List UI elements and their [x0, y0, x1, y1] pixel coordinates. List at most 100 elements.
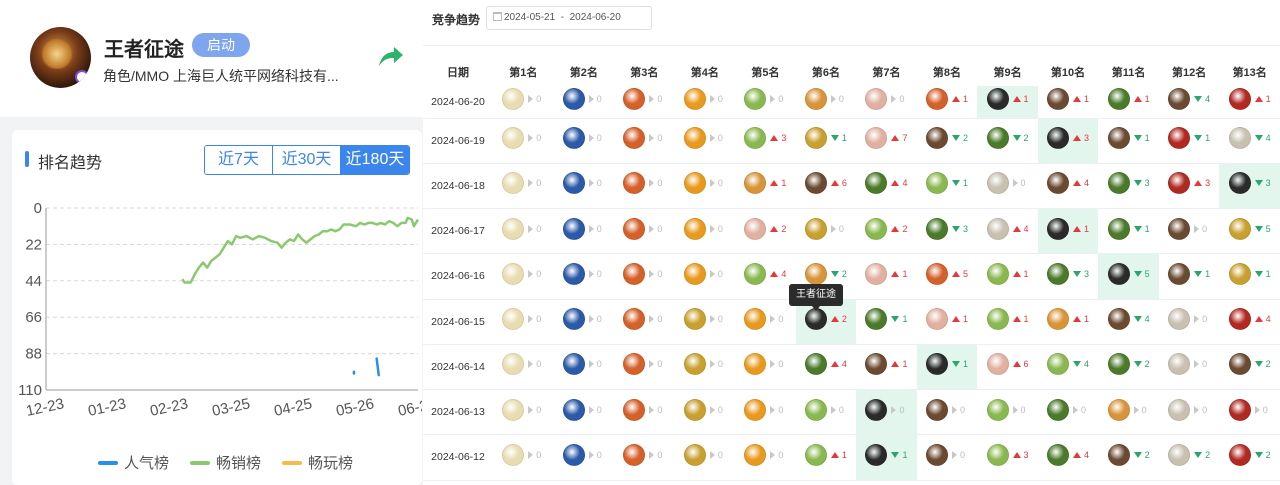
app-avatar[interactable] [804, 443, 827, 466]
app-avatar[interactable] [1228, 308, 1251, 331]
app-avatar[interactable] [925, 398, 948, 421]
app-avatar[interactable] [925, 172, 948, 195]
app-avatar[interactable] [925, 262, 948, 285]
app-avatar[interactable] [562, 88, 585, 111]
app-avatar[interactable] [925, 353, 948, 376]
tab-180-days[interactable]: 近180天 [341, 146, 409, 174]
app-avatar[interactable] [865, 88, 888, 111]
app-avatar[interactable] [1047, 398, 1070, 421]
app-avatar[interactable] [1047, 443, 1070, 466]
app-avatar[interactable] [1228, 217, 1251, 240]
app-avatar[interactable] [1168, 398, 1191, 421]
app-avatar[interactable] [804, 353, 827, 376]
app-avatar[interactable] [1228, 262, 1251, 285]
date-range-picker[interactable]: 2024-05-21 - 2024-06-20 [486, 6, 652, 30]
app-avatar[interactable] [683, 308, 706, 331]
app-avatar[interactable] [683, 217, 706, 240]
app-avatar[interactable] [683, 127, 706, 150]
legend-item-playable[interactable]: 畅玩榜 [282, 452, 353, 473]
app-avatar[interactable] [804, 262, 827, 285]
app-avatar[interactable] [502, 398, 525, 421]
app-avatar[interactable] [1107, 172, 1130, 195]
app-avatar[interactable] [1228, 398, 1251, 421]
app-avatar[interactable] [502, 88, 525, 111]
app-avatar[interactable] [562, 398, 585, 421]
legend-item-bestseller[interactable]: 畅销榜 [190, 452, 261, 473]
app-avatar[interactable] [925, 443, 948, 466]
app-avatar[interactable] [925, 217, 948, 240]
app-avatar[interactable] [683, 353, 706, 376]
tab-7-days[interactable]: 近7天 [205, 146, 273, 174]
app-avatar[interactable] [502, 353, 525, 376]
app-avatar[interactable] [1168, 262, 1191, 285]
app-avatar[interactable] [1168, 353, 1191, 376]
app-avatar[interactable] [986, 308, 1009, 331]
app-avatar[interactable] [623, 443, 646, 466]
app-avatar[interactable] [1047, 308, 1070, 331]
app-avatar[interactable] [1228, 443, 1251, 466]
tab-30-days[interactable]: 近30天 [273, 146, 341, 174]
app-avatar[interactable] [1168, 217, 1191, 240]
app-avatar[interactable] [744, 262, 767, 285]
app-avatar[interactable] [804, 88, 827, 111]
app-avatar[interactable] [1047, 353, 1070, 376]
app-avatar[interactable] [1107, 308, 1130, 331]
app-avatar[interactable] [502, 217, 525, 240]
app-avatar[interactable] [925, 127, 948, 150]
app-avatar[interactable] [744, 398, 767, 421]
app-avatar[interactable] [623, 88, 646, 111]
app-avatar[interactable] [1107, 217, 1130, 240]
app-avatar[interactable] [1107, 353, 1130, 376]
app-avatar[interactable] [562, 127, 585, 150]
app-avatar[interactable] [683, 172, 706, 195]
app-avatar[interactable] [744, 443, 767, 466]
app-avatar[interactable] [744, 217, 767, 240]
app-avatar[interactable] [925, 308, 948, 331]
app-avatar[interactable] [986, 398, 1009, 421]
app-avatar[interactable] [865, 172, 888, 195]
app-avatar[interactable] [502, 127, 525, 150]
app-avatar[interactable] [562, 172, 585, 195]
app-avatar[interactable] [1047, 88, 1070, 111]
app-avatar[interactable] [804, 127, 827, 150]
app-avatar[interactable] [683, 88, 706, 111]
app-avatar[interactable] [502, 172, 525, 195]
app-avatar[interactable] [744, 172, 767, 195]
app-avatar[interactable] [865, 127, 888, 150]
app-avatar[interactable] [925, 88, 948, 111]
app-avatar[interactable] [804, 172, 827, 195]
app-avatar[interactable] [865, 262, 888, 285]
app-avatar[interactable] [623, 398, 646, 421]
app-avatar[interactable] [804, 398, 827, 421]
app-avatar[interactable] [986, 217, 1009, 240]
app-avatar[interactable] [1107, 443, 1130, 466]
app-avatar[interactable] [986, 88, 1009, 111]
app-avatar[interactable] [562, 217, 585, 240]
app-avatar[interactable] [623, 217, 646, 240]
app-avatar[interactable] [1047, 217, 1070, 240]
app-avatar[interactable] [865, 443, 888, 466]
app-avatar[interactable] [744, 127, 767, 150]
app-avatar[interactable] [986, 443, 1009, 466]
app-avatar[interactable] [683, 262, 706, 285]
app-avatar[interactable] [623, 262, 646, 285]
app-avatar[interactable] [986, 127, 1009, 150]
app-icon[interactable] [30, 27, 91, 88]
status-badge[interactable]: 启动 [192, 33, 250, 57]
app-avatar[interactable] [865, 308, 888, 331]
app-avatar[interactable] [562, 443, 585, 466]
app-avatar[interactable] [1228, 127, 1251, 150]
app-avatar[interactable] [623, 172, 646, 195]
app-avatar[interactable] [623, 308, 646, 331]
app-avatar[interactable] [1047, 172, 1070, 195]
app-avatar[interactable] [1168, 88, 1191, 111]
app-avatar[interactable] [562, 262, 585, 285]
app-avatar[interactable] [744, 308, 767, 331]
app-avatar[interactable] [623, 127, 646, 150]
app-avatar[interactable] [1228, 88, 1251, 111]
legend-item-popularity[interactable]: 人气榜 [98, 452, 169, 473]
app-avatar[interactable] [1107, 127, 1130, 150]
app-avatar[interactable] [683, 398, 706, 421]
app-avatar[interactable] [986, 262, 1009, 285]
app-avatar[interactable] [502, 262, 525, 285]
